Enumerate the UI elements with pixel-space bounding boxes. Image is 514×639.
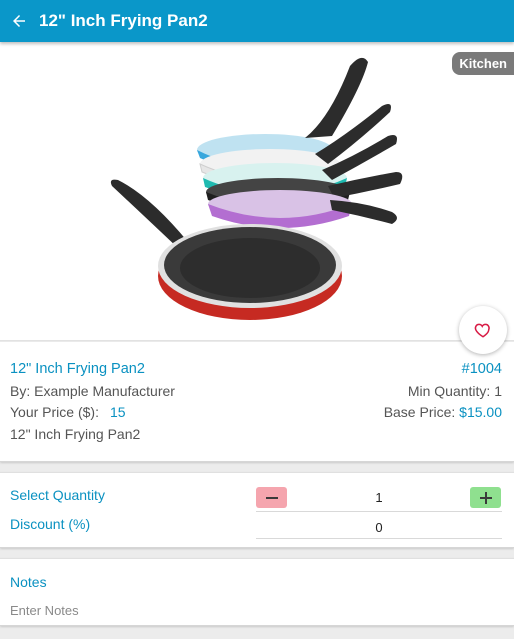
order-options-card: Select Quantity 1 Discount (%) 0 [0,472,514,548]
info-row-name: 12" Inch Frying Pan2 #1004 [10,361,502,377]
info-row-manufacturer: By: Example Manufacturer Min Quantity: 1 [10,383,502,399]
select-quantity-label: Select Quantity [10,487,105,503]
notes-card: Notes [0,558,514,626]
base-price-value: $15.00 [459,404,502,420]
discount-value[interactable]: 0 [256,520,502,535]
info-row-description: 12" Inch Frying Pan2 [10,426,502,442]
quantity-value[interactable]: 1 [256,490,502,505]
info-row-price: Your Price ($): 15 Base Price: $15.00 [10,404,502,420]
product-number: #1004 [461,361,502,377]
notes-input[interactable] [10,603,500,618]
discount-label: Discount (%) [10,516,91,532]
manufacturer-text: By: Example Manufacturer [10,383,175,399]
app-bar: 12" Inch Frying Pan2 [0,0,514,42]
product-image [110,57,403,320]
product-image-area: Kitchen [0,42,514,341]
plus-icon [479,491,492,504]
stacked-pans [197,57,403,228]
page-title: 12" Inch Frying Pan2 [39,11,208,30]
product-detail-screen: 12" Inch Frying Pan2 Kitchen 12" Inch Fr… [0,0,514,639]
increase-quantity-button[interactable] [470,487,501,508]
notes-label: Notes [10,574,47,590]
back-button[interactable] [0,0,38,42]
favorite-button[interactable] [459,306,507,354]
heart-outline-icon [474,323,490,338]
discount-field[interactable]: 0 [256,517,502,539]
product-name: 12" Inch Frying Pan2 [10,361,145,377]
category-badge: Kitchen [452,52,514,75]
product-info-card: 12" Inch Frying Pan2 #1004 By: Example M… [0,342,514,462]
quantity-stepper: 1 [256,485,502,512]
base-price-label: Base Price: [383,404,456,420]
min-quantity-text: Min Quantity: 1 [407,383,502,399]
arrow-left-icon [13,15,25,27]
your-price-value: 15 [109,404,126,420]
product-description: 12" Inch Frying Pan2 [10,426,141,442]
your-price-label: Your Price ($): [10,404,99,420]
